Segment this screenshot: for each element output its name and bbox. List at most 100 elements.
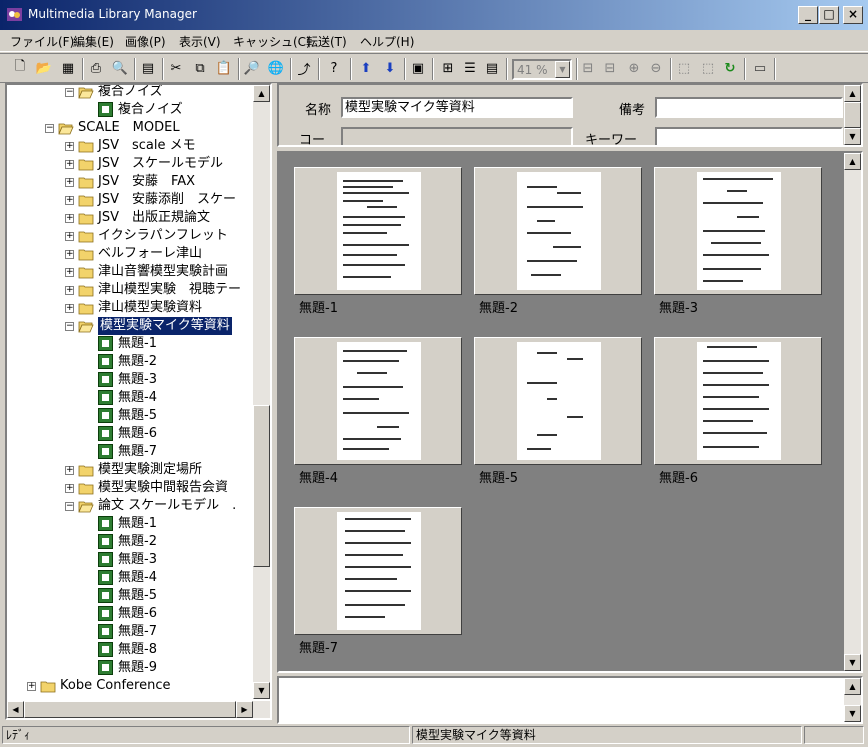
tree-item[interactable]: 無題-7	[7, 623, 251, 641]
tree-item[interactable]: − 複合ノイズ	[7, 85, 251, 101]
tree-item[interactable]: − 論文 スケールモデル .	[7, 497, 251, 515]
tree-item[interactable]: + 模型実験測定場所	[7, 461, 251, 479]
menu-view[interactable]: 表示(V)	[179, 33, 221, 50]
print-preview-icon[interactable]: 🔍	[110, 58, 130, 78]
rotate-right-icon[interactable]: ⬚	[698, 58, 718, 78]
menu-cache[interactable]: キャッシュ(C)	[233, 33, 311, 50]
scroll-down-arrow-icon[interactable]: ▼	[253, 682, 270, 699]
tree-vertical-scrollbar[interactable]: ▲ ▼	[253, 85, 270, 699]
expand-icon[interactable]: +	[65, 304, 74, 313]
menu-file[interactable]: ファイル(F)	[10, 33, 74, 50]
tree-horizontal-scrollbar[interactable]: ◀ ▶	[7, 701, 270, 718]
paste-icon[interactable]: 📋	[214, 58, 234, 78]
maximize-button[interactable]: □	[819, 6, 839, 24]
open-folder-icon[interactable]: 📂	[34, 58, 54, 78]
tree-item[interactable]: 無題-3	[7, 551, 251, 569]
minimize-button[interactable]: _	[798, 6, 818, 24]
rotate-left-icon[interactable]: ⬚	[674, 58, 694, 78]
image-view-icon[interactable]: ▣	[408, 58, 428, 78]
thumbnail-card[interactable]	[294, 337, 462, 465]
zoom-select[interactable]: 41 % ▼	[512, 59, 572, 80]
find-icon[interactable]: 🔎	[242, 58, 262, 78]
thumbnail-card[interactable]	[294, 507, 462, 635]
scroll-up-arrow-icon[interactable]: ▲	[844, 678, 861, 695]
tree-item[interactable]: − SCALE MODEL	[7, 119, 251, 137]
thumbnail-card[interactable]	[654, 167, 822, 295]
tree-hscroll-thumb[interactable]	[24, 701, 236, 718]
large-icons-view-icon[interactable]: ⊞	[438, 58, 458, 78]
code-field[interactable]	[341, 127, 573, 145]
expand-icon[interactable]: +	[65, 250, 74, 259]
expand-icon[interactable]: +	[65, 160, 74, 169]
tree-item[interactable]: − 模型実験マイク等資料	[7, 317, 251, 335]
form-scroll-thumb[interactable]	[844, 102, 861, 128]
thumbnail-card[interactable]	[294, 167, 462, 295]
scroll-down-arrow-icon[interactable]: ▼	[844, 128, 861, 145]
expand-icon[interactable]: +	[65, 178, 74, 187]
scroll-up-arrow-icon[interactable]: ▲	[844, 85, 861, 102]
tree-item[interactable]: + 津山音響模型実験計画	[7, 263, 251, 281]
form-vertical-scrollbar[interactable]: ▲ ▼	[844, 85, 861, 145]
tree-item[interactable]: + 模型実験中間報告会資	[7, 479, 251, 497]
tree-item[interactable]: + 津山模型実験 視聴テー	[7, 281, 251, 299]
tree-item[interactable]: 無題-6	[7, 425, 251, 443]
move-down-icon[interactable]: ⬇	[380, 58, 400, 78]
tree-item[interactable]: + JSV 出版正規論文	[7, 209, 251, 227]
properties-icon[interactable]: ▤	[138, 58, 158, 78]
zoom-in-icon[interactable]: ⊕	[624, 58, 644, 78]
fit-page-icon[interactable]: ⊟	[600, 58, 620, 78]
thumbnail-grid[interactable]: 無題-1 無題-2 無題-3 無題-4 無題-5 無題-6 無題-7 ▲ ▼	[277, 151, 863, 673]
close-button[interactable]: ×	[843, 6, 863, 24]
tree-item[interactable]: 無題-1	[7, 335, 251, 353]
tree-item[interactable]: + Kobe Conference	[7, 677, 251, 695]
expand-icon[interactable]: +	[65, 142, 74, 151]
import-image-icon[interactable]: ▦	[58, 58, 78, 78]
tree-item[interactable]: + イクシラパンフレット	[7, 227, 251, 245]
tree-item[interactable]: + JSV 安藤添削 スケー	[7, 191, 251, 209]
menu-help[interactable]: ヘルプ(H)	[360, 33, 414, 50]
scroll-left-arrow-icon[interactable]: ◀	[7, 701, 24, 718]
refresh-icon[interactable]: ↻	[720, 58, 740, 78]
list-view-icon[interactable]: ☰	[460, 58, 480, 78]
tree-item[interactable]: 複合ノイズ	[7, 101, 251, 119]
expand-icon[interactable]: +	[65, 232, 74, 241]
expand-icon[interactable]: +	[27, 682, 36, 691]
tree-item[interactable]: 無題-9	[7, 659, 251, 677]
collapse-icon[interactable]: −	[65, 502, 74, 511]
tree-item[interactable]: + ベルフォーレ津山	[7, 245, 251, 263]
collapse-icon[interactable]: −	[45, 124, 54, 133]
menu-transfer[interactable]: 転送(T)	[306, 33, 347, 50]
scroll-up-arrow-icon[interactable]: ▲	[844, 153, 861, 170]
expand-icon[interactable]: +	[65, 286, 74, 295]
tree-item[interactable]: + JSV 安藤 FAX	[7, 173, 251, 191]
thumbnail-card[interactable]	[474, 167, 642, 295]
help-icon[interactable]: ?	[324, 58, 344, 78]
cut-icon[interactable]: ✂	[166, 58, 186, 78]
tree-item[interactable]: + 津山模型実験資料	[7, 299, 251, 317]
expand-icon[interactable]: +	[65, 214, 74, 223]
memo-vertical-scrollbar[interactable]: ▲ ▼	[844, 678, 861, 722]
expand-icon[interactable]: +	[65, 466, 74, 475]
fullscreen-icon[interactable]: ▭	[750, 58, 770, 78]
print-icon[interactable]: ⎙	[86, 58, 106, 78]
menu-edit[interactable]: 編集(E)	[73, 33, 114, 50]
remarks-field[interactable]	[655, 97, 843, 118]
tree-item[interactable]: 無題-2	[7, 533, 251, 551]
copy-icon[interactable]: ⧉	[190, 58, 210, 78]
tree-scroll-thumb[interactable]	[253, 405, 270, 567]
keyword-field[interactable]	[655, 127, 843, 145]
fit-width-icon[interactable]: ⊟	[578, 58, 598, 78]
details-view-icon[interactable]: ▤	[482, 58, 502, 78]
scroll-down-arrow-icon[interactable]: ▼	[844, 654, 861, 671]
tree-item[interactable]: 無題-3	[7, 371, 251, 389]
globe-icon[interactable]: 🌐	[266, 58, 286, 78]
expand-icon[interactable]: +	[65, 196, 74, 205]
tree-item[interactable]: 無題-8	[7, 641, 251, 659]
collapse-icon[interactable]: −	[65, 322, 74, 331]
memo-area[interactable]: ▲ ▼	[277, 676, 863, 724]
expand-icon[interactable]: +	[65, 484, 74, 493]
scroll-down-arrow-icon[interactable]: ▼	[844, 705, 861, 722]
expand-icon[interactable]: +	[65, 268, 74, 277]
tree-item[interactable]: + JSV scale メモ	[7, 137, 251, 155]
move-up-icon[interactable]: ⬆	[356, 58, 376, 78]
